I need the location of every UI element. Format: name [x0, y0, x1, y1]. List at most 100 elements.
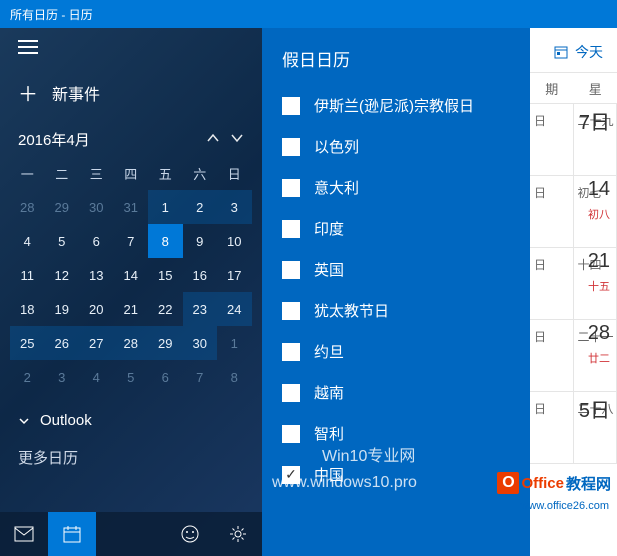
chevron-down-icon	[18, 415, 30, 427]
prev-month-icon[interactable]	[206, 131, 220, 149]
holiday-label: 伊斯兰(逊尼派)宗教假日	[314, 95, 474, 116]
calendar-cell[interactable]: 二十八5日	[574, 392, 617, 463]
calendar-day[interactable]: 2	[10, 360, 45, 394]
dow-cell: 二	[45, 156, 80, 190]
calendar-day[interactable]: 7	[183, 360, 218, 394]
calendar-day[interactable]: 28	[114, 326, 149, 360]
calendar-day[interactable]: 8	[217, 360, 252, 394]
calendar-day[interactable]: 5	[45, 224, 80, 258]
calendar-day[interactable]: 14	[114, 258, 149, 292]
holiday-item[interactable]: 以色列	[262, 126, 530, 167]
more-calendars-button[interactable]: 更多日历	[0, 437, 262, 478]
calendar-cell[interactable]: 日	[530, 392, 574, 463]
holiday-item[interactable]: 越南	[262, 372, 530, 413]
holiday-label: 以色列	[314, 136, 359, 157]
calendar-day[interactable]: 9	[183, 224, 218, 258]
calendar-cell[interactable]: 二十九7日	[574, 104, 617, 175]
calendar-day[interactable]: 16	[183, 258, 218, 292]
calendar-day[interactable]: 8	[148, 224, 183, 258]
calendar-day[interactable]: 11	[10, 258, 45, 292]
checkbox[interactable]	[282, 343, 300, 361]
holiday-item[interactable]: 智利	[262, 413, 530, 454]
panel-title: 假日日历	[262, 42, 530, 85]
holiday-item[interactable]: 犹太教节日	[262, 290, 530, 331]
calendar-day[interactable]: 6	[148, 360, 183, 394]
calendar-row: 日二十八5日	[530, 392, 617, 464]
today-button[interactable]: 今天	[530, 28, 617, 72]
calendar-day[interactable]: 3	[45, 360, 80, 394]
sidebar: ＋ 新事件 2016年4月 一二三四五六日 282930311234567891…	[0, 28, 262, 556]
calendar-day[interactable]: 24	[217, 292, 252, 326]
calendar-day[interactable]: 7	[114, 224, 149, 258]
holiday-item[interactable]: 英国	[262, 249, 530, 290]
calendar-day[interactable]: 27	[79, 326, 114, 360]
calendar-day[interactable]: 20	[79, 292, 114, 326]
calendar-cell[interactable]: 初七14初八	[574, 176, 617, 247]
calendar-cell[interactable]: 日	[530, 320, 574, 391]
holiday-label: 中国	[314, 464, 344, 485]
calendar-cell[interactable]: 日	[530, 176, 574, 247]
calendar-day[interactable]: 21	[114, 292, 149, 326]
calendar-day[interactable]: 30	[79, 190, 114, 224]
dow-cell: 日	[217, 156, 252, 190]
calendar-row: 日二十九7日	[530, 104, 617, 176]
calendar-cell[interactable]: 十四21十五	[574, 248, 617, 319]
new-event-button[interactable]: ＋ 新事件	[0, 64, 262, 121]
calendar-icon[interactable]	[48, 512, 96, 556]
calendar-day[interactable]: 28	[10, 190, 45, 224]
calendar-cell[interactable]: 日	[530, 104, 574, 175]
calendar-day[interactable]: 2	[183, 190, 218, 224]
calendar-day[interactable]: 26	[45, 326, 80, 360]
holiday-item[interactable]: 印度	[262, 208, 530, 249]
dow-cell: 六	[183, 156, 218, 190]
holiday-label: 犹太教节日	[314, 300, 389, 321]
dow-cell: 四	[114, 156, 149, 190]
calendar-day[interactable]: 4	[10, 224, 45, 258]
holiday-item[interactable]: ✓ 中国	[262, 454, 530, 495]
checkbox[interactable]	[282, 425, 300, 443]
calendar-day[interactable]: 5	[114, 360, 149, 394]
hamburger-icon[interactable]	[18, 40, 38, 54]
calendar-day[interactable]: 13	[79, 258, 114, 292]
settings-icon[interactable]	[214, 512, 262, 556]
calendar-day[interactable]: 18	[10, 292, 45, 326]
checkbox[interactable]	[282, 179, 300, 197]
checkbox[interactable]	[282, 384, 300, 402]
calendar-day[interactable]: 10	[217, 224, 252, 258]
checkbox[interactable]: ✓	[282, 466, 300, 484]
calendar-day[interactable]: 15	[148, 258, 183, 292]
next-month-icon[interactable]	[230, 131, 244, 149]
calendar-cell[interactable]: 日	[530, 248, 574, 319]
calendar-day[interactable]: 30	[183, 326, 218, 360]
calendar-day[interactable]: 4	[79, 360, 114, 394]
holiday-label: 智利	[314, 423, 344, 444]
holiday-item[interactable]: 伊斯兰(逊尼派)宗教假日	[262, 85, 530, 126]
calendar-view: 今天 期 星 日二十九7日日初七14初八日十四21十五日二十一28廿二日二十八5…	[530, 28, 617, 556]
calendar-day[interactable]: 1	[148, 190, 183, 224]
holiday-label: 英国	[314, 259, 344, 280]
mail-icon[interactable]	[0, 512, 48, 556]
calendar-day[interactable]: 25	[10, 326, 45, 360]
checkbox[interactable]	[282, 220, 300, 238]
holiday-item[interactable]: 约旦	[262, 331, 530, 372]
feedback-icon[interactable]	[166, 512, 214, 556]
calendar-day[interactable]: 23	[183, 292, 218, 326]
calendar-day[interactable]: 19	[45, 292, 80, 326]
calendar-day[interactable]: 29	[45, 190, 80, 224]
calendar-day[interactable]: 1	[217, 326, 252, 360]
calendar-day[interactable]: 29	[148, 326, 183, 360]
window-title: 所有日历 - 日历	[10, 6, 93, 23]
checkbox[interactable]	[282, 138, 300, 156]
outlook-section[interactable]: Outlook	[0, 394, 262, 437]
checkbox[interactable]	[282, 261, 300, 279]
checkbox[interactable]	[282, 97, 300, 115]
calendar-day[interactable]: 3	[217, 190, 252, 224]
calendar-day[interactable]: 17	[217, 258, 252, 292]
calendar-day[interactable]: 6	[79, 224, 114, 258]
calendar-day[interactable]: 22	[148, 292, 183, 326]
checkbox[interactable]	[282, 302, 300, 320]
calendar-day[interactable]: 12	[45, 258, 80, 292]
calendar-day[interactable]: 31	[114, 190, 149, 224]
calendar-cell[interactable]: 二十一28廿二	[574, 320, 617, 391]
holiday-item[interactable]: 意大利	[262, 167, 530, 208]
